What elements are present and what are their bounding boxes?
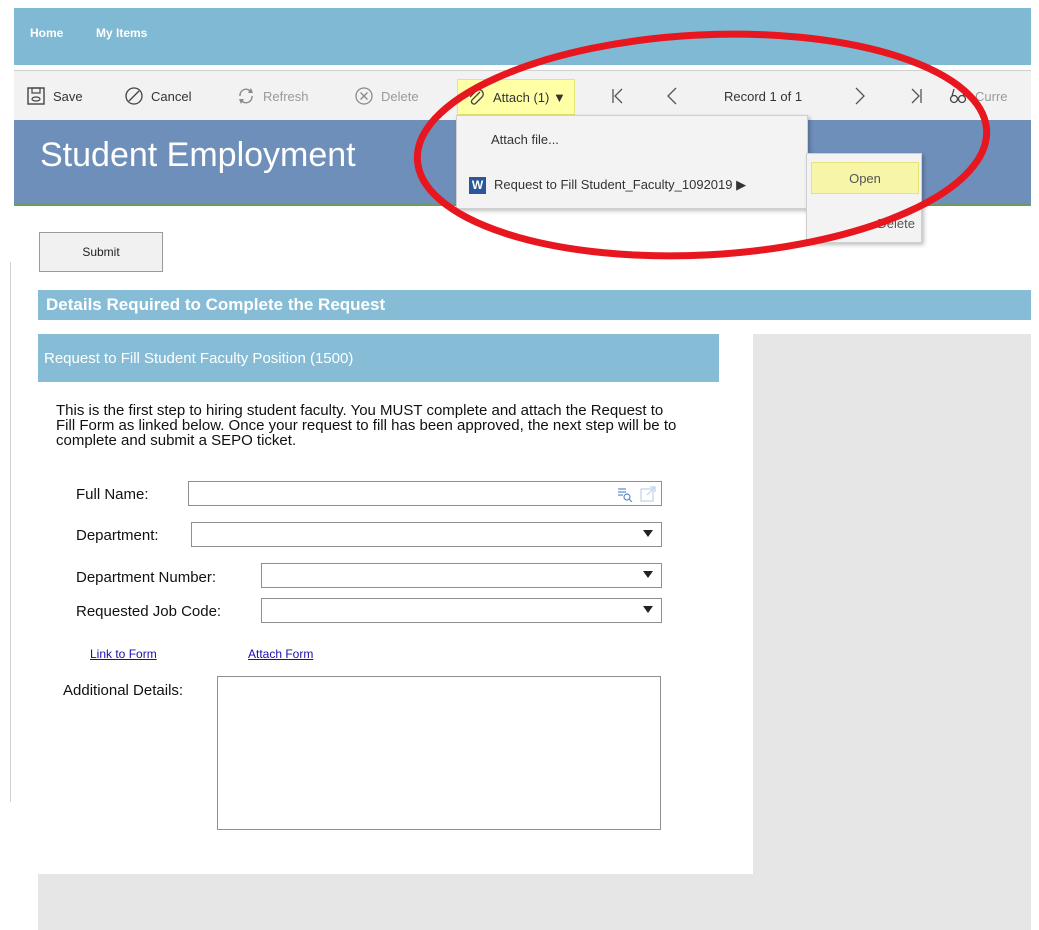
word-file-icon: W [469, 176, 486, 194]
attach-button[interactable]: Attach (1) ▼ [457, 79, 575, 115]
last-record-icon [911, 88, 922, 104]
delete-file-menu-item[interactable]: Delete [811, 208, 917, 238]
current-label: Curre [975, 88, 1008, 104]
nav-home-link[interactable]: Home [30, 26, 63, 40]
chevron-left-icon [667, 87, 677, 105]
attach-file-menu-item[interactable]: Attach file... [457, 116, 807, 162]
open-file-menu-item[interactable]: Open [811, 162, 919, 194]
department-number-label: Department Number: [76, 569, 217, 586]
paperclip-icon [469, 89, 484, 105]
refresh-icon [239, 88, 253, 104]
delete-label: Delete [381, 88, 419, 104]
page-title: Student Employment [40, 136, 356, 174]
section-header: Details Required to Complete the Request [38, 290, 1031, 320]
left-gutter-divider [10, 262, 11, 802]
job-code-select[interactable] [261, 598, 662, 623]
dropdown-arrow-icon [643, 606, 653, 613]
first-record-icon [612, 88, 623, 104]
record-indicator: Record 1 of 1 [724, 88, 803, 104]
nav-my-items-link[interactable]: My Items [96, 26, 147, 40]
cancel-icon [125, 87, 143, 105]
current-button[interactable]: Curre [948, 71, 1008, 121]
form-instructions: This is the first step to hiring student… [56, 402, 677, 449]
form-header: Request to Fill Student Faculty Position… [38, 334, 719, 382]
dropdown-arrow-icon [643, 571, 653, 578]
department-label: Department: [76, 527, 159, 544]
cancel-label: Cancel [151, 88, 192, 104]
link-to-form[interactable]: Link to Form [90, 647, 157, 661]
delete-button[interactable]: Delete [354, 71, 419, 121]
right-gray-panel [753, 334, 1031, 930]
save-icon [27, 87, 45, 105]
first-record-button[interactable] [610, 71, 633, 121]
department-number-select[interactable] [261, 563, 662, 588]
save-label: Save [53, 88, 83, 104]
refresh-label: Refresh [263, 88, 309, 104]
department-select[interactable] [191, 522, 662, 547]
delete-icon [355, 87, 373, 105]
attached-file-menu-item[interactable]: W Request to Fill Student_Faculty_109201… [457, 162, 807, 208]
additional-details-label: Additional Details: [63, 682, 184, 699]
previous-record-button[interactable] [664, 71, 687, 121]
chevron-right-icon [855, 87, 865, 105]
binoculars-icon [949, 88, 967, 104]
refresh-button[interactable]: Refresh [236, 71, 309, 121]
save-button[interactable]: Save [26, 71, 83, 121]
additional-details-textarea[interactable] [217, 676, 661, 830]
attached-file-name: Request to Fill Student_Faculty_1092019 … [494, 177, 747, 192]
bottom-gray-panel [38, 874, 753, 930]
attach-label: Attach (1) ▼ [493, 89, 566, 105]
cancel-button[interactable]: Cancel [124, 71, 191, 121]
file-action-submenu: Open Delete [806, 153, 922, 243]
dropdown-arrow-icon [643, 530, 653, 537]
full-name-field[interactable] [188, 481, 662, 506]
job-code-label: Requested Job Code: [76, 603, 222, 620]
next-record-button[interactable] [852, 71, 875, 121]
attach-file-label: Attach file... [491, 131, 559, 147]
open-external-icon[interactable] [639, 485, 657, 503]
full-name-label: Full Name: [76, 486, 149, 503]
lookup-icon[interactable] [617, 486, 633, 502]
submit-button[interactable]: Submit [39, 232, 163, 272]
attach-form-link[interactable]: Attach Form [248, 647, 313, 661]
top-nav-bar: Home My Items [14, 8, 1031, 65]
attach-dropdown-menu: Attach file... W Request to Fill Student… [456, 115, 808, 209]
last-record-button[interactable] [908, 71, 931, 121]
